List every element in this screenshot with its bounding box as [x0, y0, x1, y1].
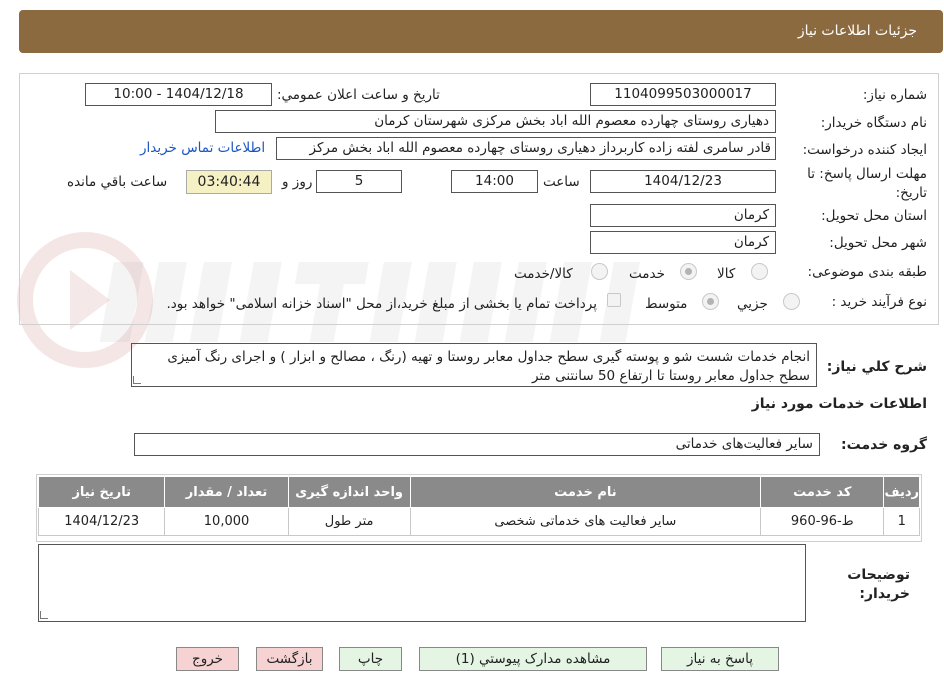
cell-row-number: 1 — [883, 507, 920, 536]
days-field: 5 — [316, 170, 402, 193]
cell-quantity: 10,000 — [164, 507, 289, 536]
description-field: انجام خدمات شست شو و پوسته گیری سطح جداو… — [131, 343, 817, 387]
table-row: 1 ط-96-960 سایر فعالیت های خدماتی شخصی م… — [37, 507, 920, 536]
buyer-notes-label-2: خريدار: — [859, 586, 910, 602]
remaining-time: 03:40:44 — [186, 170, 272, 194]
print-button[interactable]: چاپ — [339, 647, 402, 671]
col-row-number: رديف — [883, 476, 920, 508]
city-label: شهر محل تحويل: — [829, 235, 927, 251]
col-unit: واحد اندازه گيری — [287, 476, 411, 508]
days-label: روز و — [282, 174, 313, 190]
deadline-date-label: تاريخ: — [895, 185, 927, 201]
cell-service-code: ط-96-960 — [760, 507, 885, 536]
remaining-label: ساعت باقي مانده — [67, 174, 168, 190]
need-number-label: شماره نیاز: — [862, 87, 927, 103]
service-group-label: گروه خدمت: — [841, 437, 927, 453]
table-header-row: رديف کد خدمت نام خدمت واحد اندازه گيری ت… — [37, 476, 920, 508]
deadline-time-field: 14:00 — [451, 170, 538, 193]
exit-button[interactable]: خروج — [176, 647, 239, 671]
process-option-medium: متوسط — [645, 296, 688, 312]
process-radio-medium[interactable] — [702, 293, 719, 310]
deadline-time-label: ساعت — [543, 174, 580, 190]
category-label: طبقه بندی موضوعی: — [807, 264, 927, 280]
description-text: انجام خدمات شست شو و پوسته گیری سطح جداو… — [167, 349, 810, 384]
services-table: رديف کد خدمت نام خدمت واحد اندازه گيری ت… — [37, 476, 920, 536]
attachments-button[interactable]: مشاهده مدارک پيوستي (1) — [419, 647, 647, 671]
creator-label: ايجاد کننده درخواست: — [802, 142, 927, 158]
category-radio-goods-service[interactable] — [591, 263, 608, 280]
resize-handle-icon[interactable] — [133, 376, 141, 384]
buyer-notes-label-1: توضيحات — [847, 567, 910, 583]
reply-button[interactable]: پاسخ به نياز — [661, 647, 779, 671]
page-header: جزئیات اطلاعات نیاز — [19, 10, 943, 53]
cell-service-name: سایر فعالیت های خدماتی شخصی — [409, 507, 762, 536]
announce-field: 1404/12/18 - 10:00 — [85, 83, 272, 106]
col-need-date: تاريخ نياز — [37, 476, 166, 508]
province-label: استان محل تحويل: — [821, 208, 927, 224]
province-field: کرمان — [590, 204, 776, 227]
page-title: جزئیات اطلاعات نیاز — [797, 23, 917, 39]
col-service-code: کد خدمت — [760, 476, 885, 508]
category-radio-goods[interactable] — [751, 263, 768, 280]
category-option-service: خدمت — [629, 266, 665, 282]
process-radio-minor[interactable] — [783, 293, 800, 310]
category-option-goods: کالا — [717, 266, 736, 282]
buyer-org-label: نام دستگاه خريدار: — [820, 115, 927, 131]
need-number-field: 1104099503000017 — [590, 83, 776, 106]
service-group-field: ساير فعاليت‌های خدماتی — [134, 433, 820, 456]
col-service-name: نام خدمت — [409, 476, 762, 508]
cell-unit: متر طول — [287, 507, 411, 536]
cell-need-date: 1404/12/23 — [37, 507, 166, 536]
treasury-note: پرداخت تمام يا بخشی از مبلغ خريد،از محل … — [166, 296, 597, 312]
announce-label: تاریخ و ساعت اعلان عمومي: — [277, 87, 440, 103]
buyer-org-field: دهیاری روستای چهارده معصوم الله اباد بخش… — [215, 110, 776, 133]
creator-field: قادر سامری لفته زاده کاربرداز دهیاری روس… — [276, 137, 776, 160]
deadline-date-field: 1404/12/23 — [590, 170, 776, 193]
category-option-goods-service: کالا/خدمت — [514, 266, 573, 282]
buyer-notes-field[interactable] — [38, 544, 806, 622]
city-field: کرمان — [590, 231, 776, 254]
col-quantity: تعداد / مقدار — [164, 476, 289, 508]
buyer-contact-link[interactable]: اطلاعات تماس خريدار — [140, 140, 265, 156]
category-radio-service[interactable] — [680, 263, 697, 280]
description-label: شرح کلي نياز: — [826, 359, 927, 375]
back-button[interactable]: بازگشت — [256, 647, 323, 671]
deadline-label: مهلت ارسال پاسخ: تا — [807, 166, 927, 182]
process-label: نوع فرآيند خريد : — [831, 294, 927, 310]
treasury-checkbox[interactable] — [607, 293, 621, 307]
services-section-title: اطلاعات خدمات مورد نياز — [751, 396, 927, 412]
process-option-minor: جزيي — [737, 296, 768, 312]
notes-resize-handle-icon[interactable] — [40, 611, 48, 619]
